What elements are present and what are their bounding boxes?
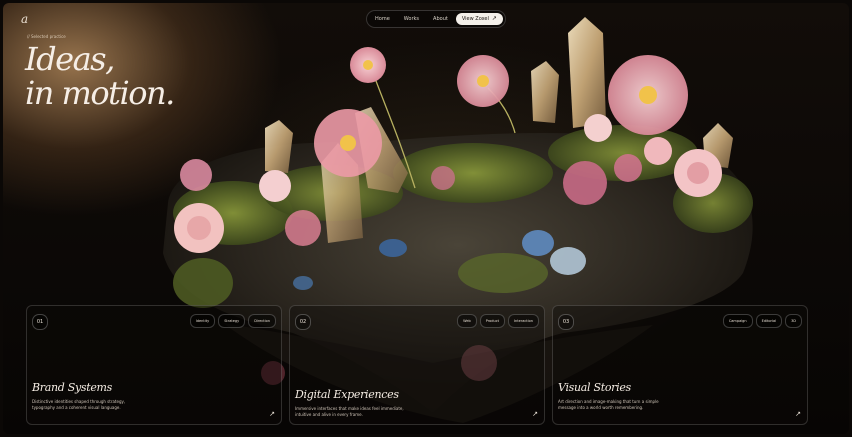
tag-3d[interactable]: 3D xyxy=(785,314,802,328)
arrow-up-right-icon[interactable]: ↗ xyxy=(269,410,275,418)
card-title: Visual Stories xyxy=(558,381,631,394)
arrow-up-right-icon[interactable]: ↗ xyxy=(532,410,538,418)
hero-eyebrow: // Selected practice xyxy=(27,34,66,39)
card-digital-experiences[interactable]: 02 Web Product Interaction Digital Exper… xyxy=(289,305,545,425)
card-description: Immersive interfaces that make ideas fee… xyxy=(295,406,404,417)
tag-product[interactable]: Product xyxy=(479,314,505,328)
hero-title-line-1: Ideas, xyxy=(25,40,115,78)
brand-logo[interactable]: a xyxy=(21,12,28,26)
tag-strategy[interactable]: Strategy xyxy=(218,314,246,328)
card-brand-systems[interactable]: 01 Identity Strategy Direction Brand Sys… xyxy=(26,305,282,425)
card-number: 02 xyxy=(295,314,311,330)
view-zoxel-label: View Zoxel xyxy=(461,16,489,22)
nav-works[interactable]: Works xyxy=(398,13,425,25)
arrow-up-right-icon[interactable]: ↗ xyxy=(795,410,801,418)
card-description: Art direction and image-making that turn… xyxy=(558,399,659,410)
nav-about[interactable]: About xyxy=(427,13,454,25)
daisy-flower-1 xyxy=(350,47,386,83)
card-number: 01 xyxy=(32,314,48,330)
daisy-flower-2 xyxy=(457,55,509,107)
nav-home[interactable]: Home xyxy=(369,13,396,25)
view-zoxel-button[interactable]: View Zoxel ↗ xyxy=(455,13,503,25)
tag-web[interactable]: Web xyxy=(457,314,477,328)
tag-identity[interactable]: Identity xyxy=(189,314,216,328)
daisy-flower-3 xyxy=(608,55,688,135)
card-title: Digital Experiences xyxy=(295,388,399,401)
card-tags: Web Product Interaction xyxy=(457,314,539,328)
arrow-up-right-icon: ↗ xyxy=(491,15,497,22)
page-frame: a Home Works About View Zoxel ↗ // Selec… xyxy=(3,3,849,434)
tag-interaction[interactable]: Interaction xyxy=(508,314,539,328)
top-navigation: Home Works About View Zoxel ↗ xyxy=(366,10,506,28)
card-title: Brand Systems xyxy=(32,381,113,394)
card-tags: Campaign Editorial 3D xyxy=(722,314,802,328)
tag-campaign[interactable]: Campaign xyxy=(722,314,753,328)
tag-direction[interactable]: Direction xyxy=(248,314,276,328)
daisy-flower-4 xyxy=(314,109,382,177)
card-tags: Identity Strategy Direction xyxy=(189,314,276,328)
tag-editorial[interactable]: Editorial xyxy=(755,314,783,328)
hero-title: Ideas, in motion. xyxy=(25,40,175,112)
card-visual-stories[interactable]: 03 Campaign Editorial 3D Visual Stories … xyxy=(552,305,808,425)
card-number: 03 xyxy=(558,314,574,330)
card-description: Distinctive identities shaped through st… xyxy=(32,399,126,410)
hero-title-line-2: in motion. xyxy=(25,74,175,112)
